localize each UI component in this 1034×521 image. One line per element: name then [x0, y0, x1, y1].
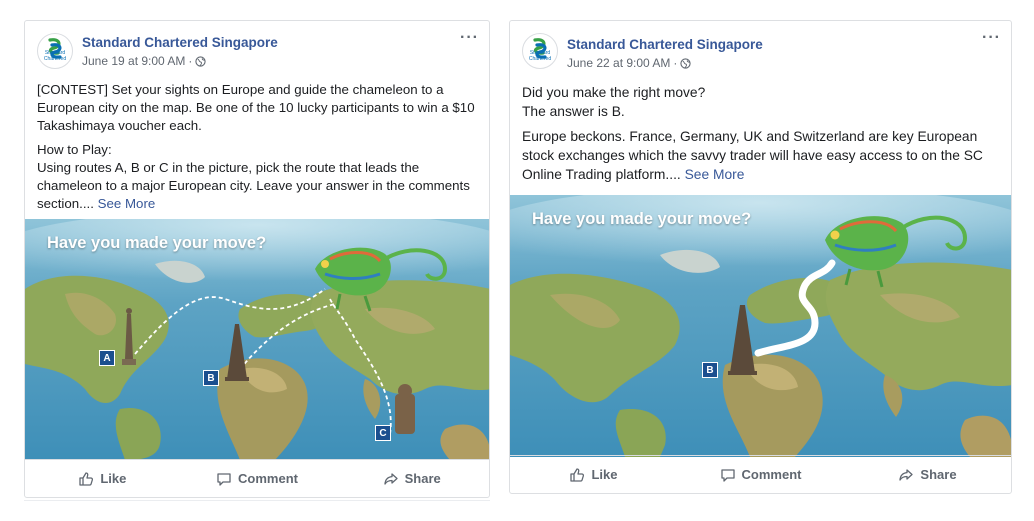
- comment-label: Comment: [741, 467, 802, 482]
- more-horizontal-icon[interactable]: ···: [982, 30, 1001, 46]
- facebook-post-answer: Standard Chartered Standard Chartered Si…: [509, 20, 1012, 494]
- globe-icon[interactable]: [680, 57, 692, 69]
- post-paragraph-text: Europe beckons. France, Germany, UK and …: [522, 129, 983, 182]
- globe-icon[interactable]: [195, 55, 207, 67]
- post-date-link[interactable]: June 22 at 9:00 AM: [567, 56, 670, 70]
- meta-separator: ·: [673, 56, 678, 70]
- logo-text: Standard Chartered: [43, 50, 67, 62]
- share-label: Share: [404, 471, 441, 486]
- page-name-link[interactable]: Standard Chartered Singapore: [567, 37, 763, 52]
- divider: [24, 500, 490, 501]
- share-button[interactable]: Share: [334, 460, 489, 497]
- post-header: Standard Chartered Standard Chartered Si…: [25, 21, 489, 79]
- see-more-link[interactable]: See More: [98, 196, 156, 211]
- post-date-link[interactable]: June 19 at 9:00 AM: [82, 54, 185, 68]
- share-label: Share: [920, 467, 957, 482]
- thumbs-up-icon: [79, 471, 94, 486]
- post-paragraph: Did you make the right move?: [522, 85, 706, 100]
- post-header: Standard Chartered Standard Chartered Si…: [510, 21, 1011, 79]
- post-actions: Like Comment Share: [510, 455, 1011, 493]
- logo-text: Standard Chartered: [528, 50, 552, 62]
- like-label: Like: [591, 467, 618, 482]
- share-arrow-icon: [383, 472, 398, 485]
- comment-button[interactable]: Comment: [677, 456, 844, 493]
- like-label: Like: [100, 471, 127, 486]
- post-actions: Like Comment Share: [25, 459, 489, 497]
- post-paragraph: [CONTEST] Set your sights on Europe and …: [37, 82, 475, 133]
- post-meta: June 22 at 9:00 AM ·: [567, 56, 692, 70]
- image-title: Have you made your move?: [47, 234, 267, 252]
- more-horizontal-icon[interactable]: ···: [460, 30, 479, 46]
- image-title: Have you made your move?: [532, 210, 752, 228]
- post-meta: June 19 at 9:00 AM ·: [82, 54, 207, 68]
- route-label-b: B: [203, 370, 219, 386]
- comment-label: Comment: [238, 471, 298, 486]
- meta-separator: ·: [188, 54, 193, 68]
- post-paragraph: How to Play:: [37, 142, 112, 157]
- post-paragraph: Europe beckons. France, Germany, UK and …: [522, 127, 999, 184]
- thumbs-up-icon: [570, 467, 585, 482]
- comment-button[interactable]: Comment: [180, 460, 335, 497]
- avatar[interactable]: Standard Chartered: [37, 33, 73, 69]
- share-button[interactable]: Share: [844, 456, 1011, 493]
- world-map-illustration: [510, 195, 1011, 457]
- post-paragraph: The answer is B.: [522, 104, 625, 119]
- page-name-link[interactable]: Standard Chartered Singapore: [82, 35, 278, 50]
- post-text: [CONTEST] Set your sights on Europe and …: [37, 81, 477, 219]
- route-label-b: B: [702, 362, 718, 378]
- route-label-c: C: [375, 425, 391, 441]
- comment-icon: [217, 472, 231, 486]
- post-paragraph: Using routes A, B or C in the picture, p…: [37, 159, 477, 213]
- facebook-post-contest: Standard Chartered Standard Chartered Si…: [24, 20, 490, 498]
- avatar[interactable]: Standard Chartered: [522, 33, 558, 69]
- like-button[interactable]: Like: [25, 460, 180, 497]
- like-button[interactable]: Like: [510, 456, 677, 493]
- route-label-a: A: [99, 350, 115, 366]
- share-arrow-icon: [899, 468, 914, 481]
- post-image[interactable]: Have you made your move? A B C: [25, 219, 489, 460]
- comment-icon: [720, 468, 735, 482]
- post-image[interactable]: Have you made your move? B: [510, 195, 1011, 457]
- see-more-link[interactable]: See More: [685, 167, 745, 182]
- world-map-illustration: [25, 219, 489, 460]
- post-text: Did you make the right move? The answer …: [522, 83, 999, 190]
